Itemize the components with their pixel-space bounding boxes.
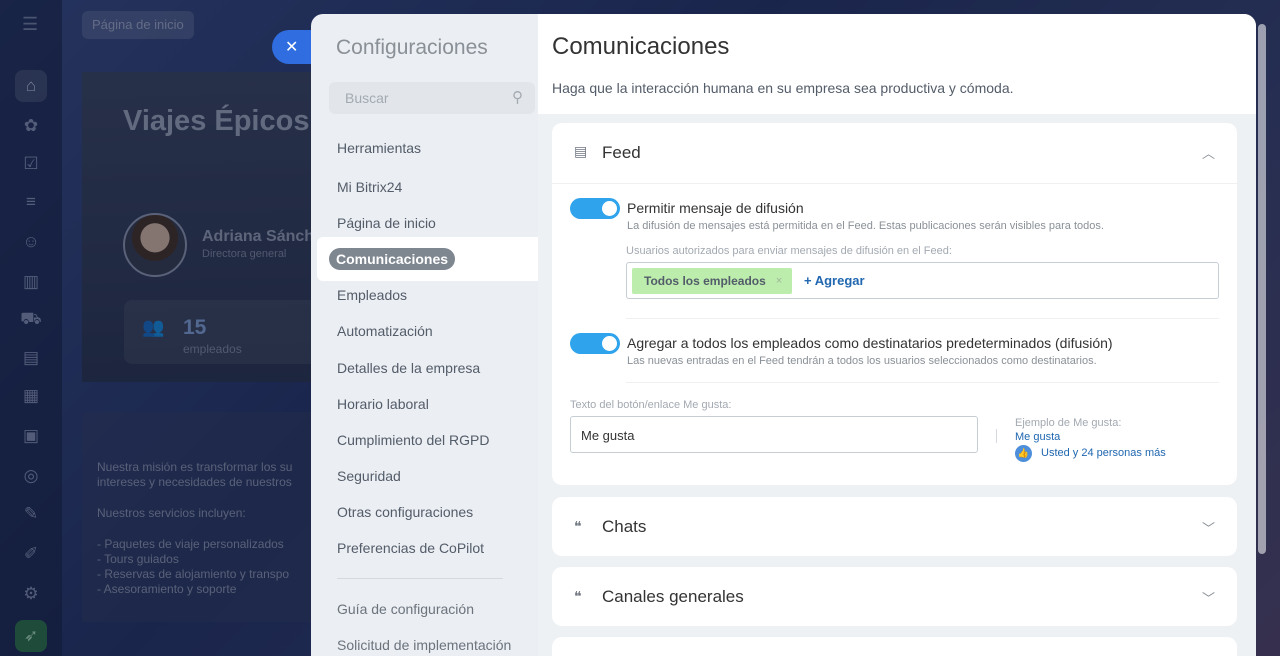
authorized-users-label: Usuarios autorizados para enviar mensaje… [626,245,952,257]
thumbs-up-icon: 👍 [1015,445,1032,462]
nav-item-copilot[interactable]: Preferencias de CoPilot [337,540,484,556]
broadcast-option-desc: La difusión de mensajes está permitida e… [627,220,1104,232]
settings-content: Comunicaciones Haga que la interacción h… [538,14,1256,656]
nav-item-herramientas[interactable]: Herramientas [337,140,421,156]
nav-item-detalles-empresa[interactable]: Detalles de la empresa [337,360,480,376]
close-slider-button[interactable]: ✕ [272,30,312,64]
nav-item-horario-laboral[interactable]: Horario laboral [337,396,429,412]
like-example-text[interactable]: Usted y 24 personas más [1041,447,1166,459]
next-section[interactable] [552,637,1237,656]
chevron-up-icon[interactable]: ︿ [1202,143,1215,162]
nav-item-seguridad[interactable]: Seguridad [337,468,401,484]
divider [996,429,997,443]
like-text-input[interactable]: Me gusta [570,416,978,453]
nav-item-pagina-inicio[interactable]: Página de inicio [337,215,436,231]
add-entity-link[interactable]: + Agregar [804,273,865,288]
chevron-down-icon[interactable]: ﹀ [1202,518,1215,537]
channels-section[interactable]: ❝ Canales generales ﹀ [552,567,1237,626]
feed-icon: ▤ [574,143,588,159]
nav-item-otras-configuraciones[interactable]: Otras configuraciones [337,504,473,520]
divider [626,382,1219,383]
default-recipients-title: Agregar a todos los empleados como desti… [627,335,1113,351]
nav-item-rgpd[interactable]: Cumplimiento del RGPD [337,432,490,448]
remove-tag-icon[interactable]: × [776,275,782,287]
scrollbar[interactable] [1258,24,1266,554]
authorized-users-field[interactable]: Todos los empleados × + Agregar [626,262,1219,299]
divider [626,318,1219,319]
page-subtitle: Haga que la interacción humana en su emp… [552,80,1014,96]
channels-section-title: Canales generales [602,587,744,606]
nav-item-automatizacion[interactable]: Automatización [337,323,433,339]
nav-item-comunicaciones[interactable]: Comunicaciones [329,248,456,270]
settings-panel: Configuraciones Buscar ⚲ Herramientas Mi… [311,14,1256,656]
broadcast-option-title: Permitir mensaje de difusión [627,200,804,216]
nav-item-guia-configuracion[interactable]: Guía de configuración [337,601,474,617]
divider [552,183,1237,184]
nav-item-mi-bitrix24[interactable]: Mi Bitrix24 [337,179,402,195]
page-title: Comunicaciones [552,33,730,60]
nav-item-solicitud-implementacion[interactable]: Solicitud de implementación [337,637,511,653]
default-recipients-desc: Las nuevas entradas en el Feed tendrán a… [627,355,1097,367]
like-text-label: Texto del botón/enlace Me gusta: [570,399,732,411]
settings-nav: Configuraciones Buscar ⚲ Herramientas Mi… [311,14,538,656]
like-example-label: Ejemplo de Me gusta: [1015,417,1122,429]
feed-section: ▤ Feed ︿ Permitir mensaje de difusión La… [552,123,1237,485]
nav-divider [337,578,503,579]
nav-item-empleados[interactable]: Empleados [337,287,407,303]
chats-section-title: Chats [602,517,647,536]
settings-title: Configuraciones [336,36,488,59]
search-icon[interactable]: ⚲ [512,88,523,106]
like-example-link[interactable]: Me gusta [1015,431,1060,443]
entity-tag-label: Todos los empleados [644,274,766,288]
feed-section-title: Feed [602,143,641,162]
chats-section[interactable]: ❝ Chats ﹀ [552,497,1237,556]
search-input[interactable]: Buscar ⚲ [329,82,535,114]
broadcast-toggle[interactable] [570,198,620,219]
selected-entity-tag: Todos los empleados × [632,268,793,294]
channel-icon: ❝ [574,588,582,604]
default-recipients-toggle[interactable] [570,333,620,354]
chevron-down-icon[interactable]: ﹀ [1202,588,1215,607]
content-header: Comunicaciones Haga que la interacción h… [538,14,1256,114]
chat-bubbles-icon: ❝ [574,518,582,534]
search-placeholder: Buscar [345,90,389,106]
close-icon: ✕ [285,39,299,56]
feed-section-header[interactable]: ▤ Feed ︿ [552,123,1237,183]
